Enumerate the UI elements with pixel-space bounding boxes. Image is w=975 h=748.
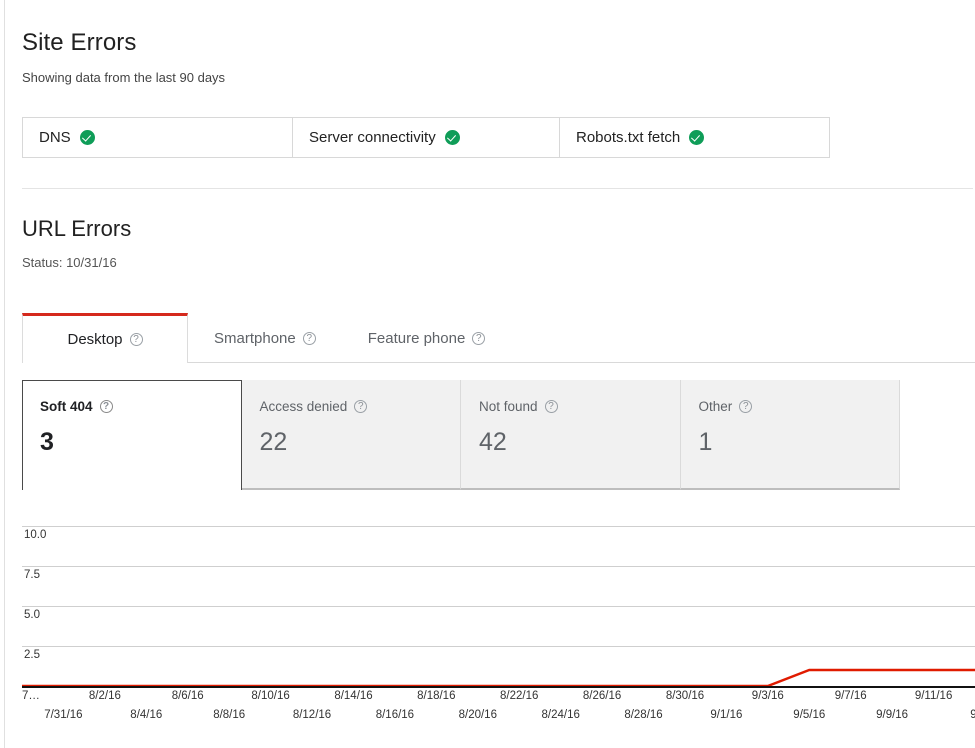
- left-rail-divider: [4, 0, 5, 748]
- card-other-value: 1: [698, 428, 713, 456]
- card-other-label-row: Other: [699, 399, 900, 414]
- tab-feature-phone[interactable]: Feature phone: [342, 313, 512, 363]
- help-icon[interactable]: [129, 333, 143, 346]
- x-tick-label: 7…: [22, 690, 40, 702]
- status-label-dns: DNS: [39, 129, 71, 146]
- tab-smartphone[interactable]: Smartphone: [188, 313, 342, 363]
- card-access-denied-label: Access denied: [259, 399, 348, 414]
- x-tick-label: 8/20/16: [458, 709, 497, 721]
- help-icon[interactable]: [472, 331, 486, 345]
- x-tick-label: 8/22/16: [500, 690, 539, 702]
- card-not-found-label-row: Not found: [479, 399, 680, 414]
- site-errors-subtitle: Showing data from the last 90 days: [22, 70, 226, 85]
- x-tick-label: 8/28/16: [624, 709, 663, 721]
- x-tick-label: 8/24/16: [541, 709, 580, 721]
- card-not-found[interactable]: Not found 42: [461, 380, 681, 490]
- chart-plot-area: 2.5 5.0 7.5 10.0: [22, 510, 975, 688]
- help-icon[interactable]: [354, 400, 368, 413]
- x-tick-label: 8/26/16: [582, 690, 622, 702]
- x-tick-label: 9/5/16: [793, 709, 826, 721]
- site-errors-page: Site Errors Showing data from the last 9…: [0, 0, 975, 748]
- chart-x-axis: [22, 686, 975, 688]
- section-divider: [22, 188, 973, 189]
- card-not-found-value: 42: [479, 428, 507, 456]
- x-tick-label: 8/30/16: [665, 690, 705, 702]
- card-soft-404-value: 3: [40, 428, 54, 456]
- x-tick-label: 8/18/16: [417, 690, 456, 702]
- x-tick-label: 8/10/16: [251, 690, 290, 702]
- card-access-denied-label-row: Access denied: [260, 399, 461, 414]
- x-tick-label: 7/31/16: [44, 709, 83, 721]
- url-errors-title: URL Errors: [22, 216, 132, 241]
- x-tick-label: 8/6/16: [171, 690, 204, 702]
- device-tabs: Desktop Smartphone Feature phone: [0, 313, 975, 364]
- x-tick-label: 8/16/16: [375, 709, 415, 721]
- card-access-denied-value: 22: [259, 428, 288, 456]
- url-errors-section: URL Errors Status: 10/31/16: [22, 215, 131, 271]
- chart-x-axis-labels: 7… 7/31/16 8/2/16 8/4/16 8/6/16 8/8/16 8/10/16…: [22, 690, 975, 740]
- card-other[interactable]: Other 1: [680, 380, 900, 490]
- check-circle-icon: [79, 130, 95, 145]
- error-type-cards: Soft 404 3 Access denied 22 Not found 42…: [22, 380, 901, 490]
- help-icon[interactable]: [739, 400, 753, 413]
- page-title: Site Errors: [22, 29, 137, 56]
- tab-desktop-label: Desktop: [67, 331, 123, 348]
- status-cell-server-connectivity[interactable]: Server connectivity: [293, 118, 560, 157]
- help-icon[interactable]: [302, 331, 316, 345]
- tab-desktop[interactable]: Desktop: [22, 313, 188, 364]
- status-cell-robots-txt-fetch[interactable]: Robots.txt fetch: [560, 118, 829, 157]
- check-circle-icon: [444, 130, 460, 145]
- url-errors-status: Status: 10/31/16: [22, 255, 117, 270]
- series-line-soft-404: [22, 670, 975, 686]
- card-not-found-label: Not found: [479, 399, 538, 414]
- tab-smartphone-label: Smartphone: [214, 329, 296, 347]
- check-circle-icon: [689, 130, 705, 145]
- help-icon[interactable]: [99, 400, 113, 413]
- status-cell-dns[interactable]: DNS: [23, 118, 293, 157]
- x-tick-label: 8/4/16: [130, 709, 163, 721]
- card-other-label: Other: [698, 399, 733, 414]
- help-icon[interactable]: [544, 400, 558, 413]
- x-tick-label: 8/14/16: [334, 690, 373, 702]
- x-tick-label: 9/11/16: [914, 690, 953, 702]
- status-label-robots-txt-fetch: Robots.txt fetch: [576, 129, 681, 146]
- site-errors-section: Site Errors Showing data from the last 9…: [22, 28, 975, 86]
- card-soft-404-label: Soft 404: [40, 399, 93, 414]
- x-tick-label: 8/12/16: [292, 709, 332, 721]
- x-tick-label: 8/2/16: [88, 690, 121, 702]
- status-label-server-connectivity: Server connectivity: [309, 129, 436, 146]
- site-status-row: DNS Server connectivity Robots.txt fetch: [22, 117, 830, 158]
- card-soft-404-label-row: Soft 404: [40, 399, 241, 414]
- x-tick-label: 9/9/16: [876, 709, 909, 721]
- card-soft-404[interactable]: Soft 404 3: [22, 380, 242, 490]
- chart-series-line: [22, 510, 975, 688]
- x-tick-label: 9/3/16: [751, 690, 784, 702]
- x-tick-label: 9/1/16: [710, 709, 743, 721]
- errors-over-time-chart: 2.5 5.0 7.5 10.0 7… 7/31/16 8/2/16 8/4/16 8/6/1…: [22, 510, 975, 721]
- x-tick-label: 8/8/16: [213, 709, 246, 721]
- card-access-denied[interactable]: Access denied 22: [241, 380, 461, 490]
- x-tick-label: 9/: [970, 709, 975, 721]
- tab-feature-phone-label: Feature phone: [367, 329, 466, 347]
- x-tick-label: 9/7/16: [834, 690, 867, 702]
